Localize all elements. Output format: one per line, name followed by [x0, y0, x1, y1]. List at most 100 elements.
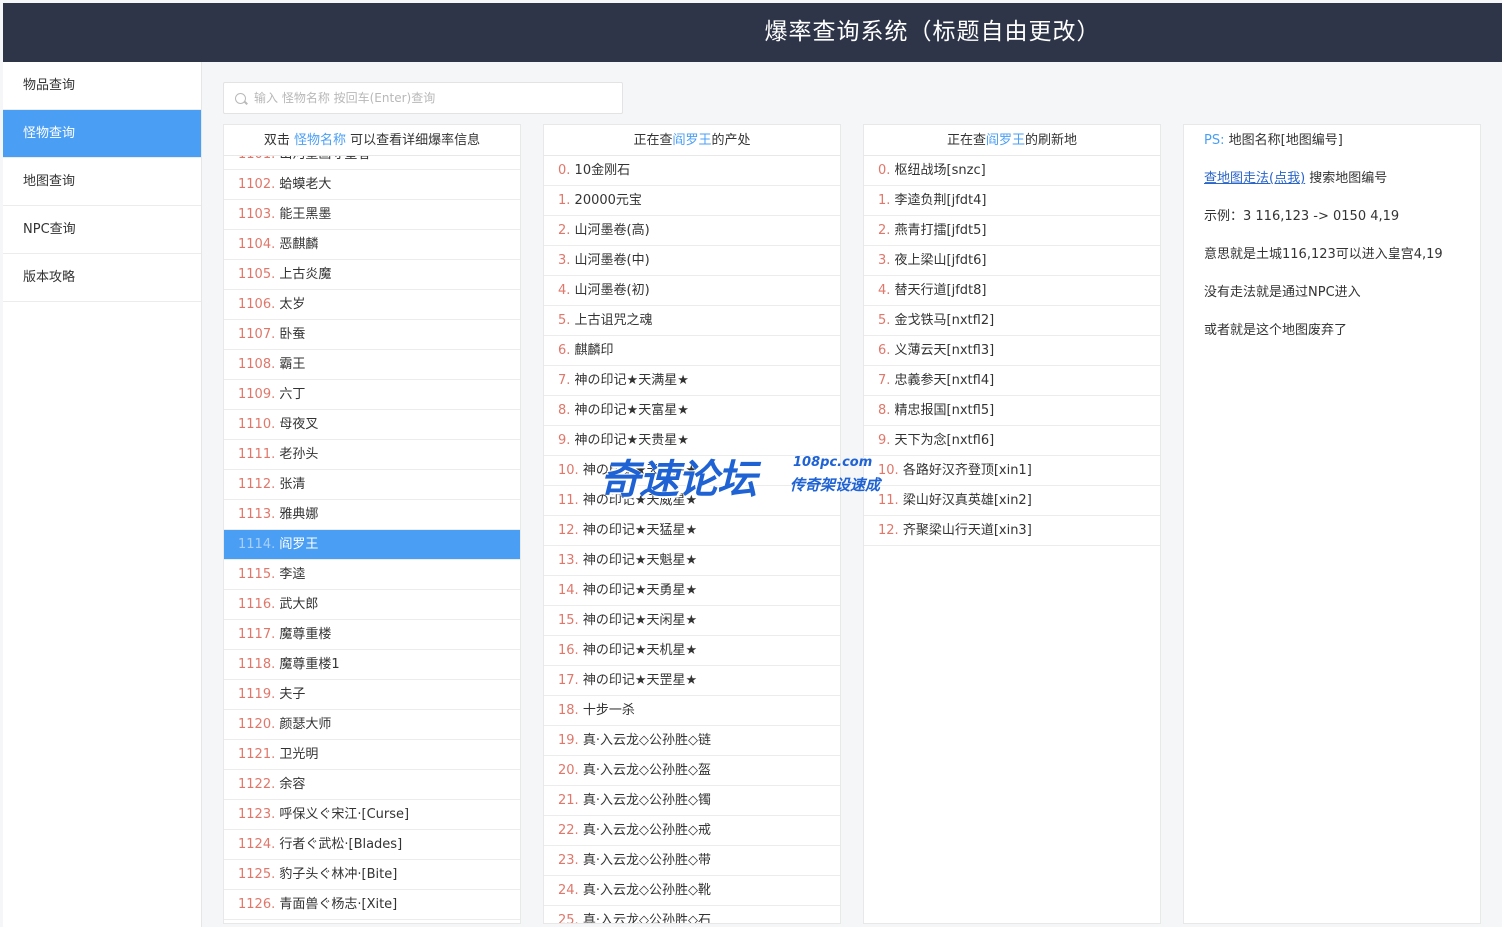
item-index: 1102	[238, 177, 272, 192]
sidebar-item[interactable]: 怪物查询	[3, 110, 201, 158]
list-item[interactable]: 1110. 母夜叉	[224, 410, 520, 440]
list-item[interactable]: 1115. 李逵	[224, 560, 520, 590]
item-name: 天下为念[nxtfl6]	[894, 433, 995, 448]
list-item[interactable]: 1. 20000元宝	[544, 186, 840, 216]
list-item[interactable]: 1104. 恶麒麟	[224, 230, 520, 260]
list-item[interactable]: 11. 神の印记★天威星★	[544, 486, 840, 516]
list-item[interactable]: 1102. 蛤蟆老大	[224, 170, 520, 200]
index-separator: .	[574, 613, 583, 628]
list-item[interactable]: 17. 神の印记★天罡星★	[544, 666, 840, 696]
example-text: 示例：3 116,123 -> 0150 4,19	[1204, 209, 1400, 224]
list-item[interactable]: 4. 山河墨卷(初)	[544, 276, 840, 306]
drops-panel: 正在查阎罗王的产处 0. 10金刚石 1. 20000元宝 2. 山河墨卷(高) 3.…	[543, 124, 841, 924]
list-item[interactable]: 1120. 颜瑟大师	[224, 710, 520, 740]
list-item[interactable]: 1111. 老孙头	[224, 440, 520, 470]
list-item[interactable]: 1108. 霸王	[224, 350, 520, 380]
list-item[interactable]: 1103. 能王黑墨	[224, 200, 520, 230]
item-index: 1110	[238, 417, 272, 432]
sidebar-item[interactable]: NPC查询	[3, 206, 201, 254]
list-item[interactable]: 4. 替天行道[jfdt8]	[864, 276, 1160, 306]
map-route-link[interactable]: 查地图走法(点我)	[1204, 171, 1305, 186]
list-item[interactable]: 7. 神の印记★天满星★	[544, 366, 840, 396]
list-item[interactable]: 1121. 卫光明	[224, 740, 520, 770]
list-item[interactable]: 1101. 山河墨画守望者	[224, 156, 520, 170]
sidebar-item[interactable]: 物品查询	[3, 62, 201, 110]
list-item[interactable]: 1106. 太岁	[224, 290, 520, 320]
list-item[interactable]: 18. 十步一杀	[544, 696, 840, 726]
list-item[interactable]: 1126. 青面兽ぐ杨志·[Xite]	[224, 890, 520, 920]
list-item[interactable]: 5. 上古诅咒之魂	[544, 306, 840, 336]
list-item[interactable]: 0. 10金刚石	[544, 156, 840, 186]
list-item[interactable]: 1113. 雅典娜	[224, 500, 520, 530]
list-item[interactable]: 21. 真·入云龙◇公孙胜◇镯	[544, 786, 840, 816]
list-item[interactable]: 9. 神の印记★天贵星★	[544, 426, 840, 456]
list-item[interactable]: 5. 金戈铁马[nxtfl2]	[864, 306, 1160, 336]
list-item[interactable]: 12. 齐聚梁山行天道[xin3]	[864, 516, 1160, 546]
list-item[interactable]: 24. 真·入云龙◇公孙胜◇靴	[544, 876, 840, 906]
list-item[interactable]: 19. 真·入云龙◇公孙胜◇链	[544, 726, 840, 756]
maps-list[interactable]: 0. 枢纽战场[snzc] 1. 李逵负荆[jfdt4] 2. 燕青打擂[jfdt5…	[864, 156, 1160, 923]
list-item[interactable]: 3. 山河墨卷(中)	[544, 246, 840, 276]
list-item[interactable]: 2. 燕青打擂[jfdt5]	[864, 216, 1160, 246]
list-item[interactable]: 1118. 魔尊重楼1	[224, 650, 520, 680]
search-box[interactable]	[223, 82, 623, 114]
list-item[interactable]: 12. 神の印记★天猛星★	[544, 516, 840, 546]
list-item[interactable]: 1105. 上古炎魔	[224, 260, 520, 290]
list-item[interactable]: 25. 真·入云龙◇公孙胜◇石	[544, 906, 840, 923]
list-item[interactable]: 11. 梁山好汉真英雄[xin2]	[864, 486, 1160, 516]
list-item[interactable]: 22. 真·入云龙◇公孙胜◇戒	[544, 816, 840, 846]
item-name: 神の印记★天罡星★	[582, 673, 698, 688]
list-item[interactable]: 10. 各路好汉齐登顶[xin1]	[864, 456, 1160, 486]
list-item[interactable]: 16. 神の印记★天机星★	[544, 636, 840, 666]
item-index: 10	[558, 463, 575, 478]
item-name: 忠義参天[nxtfl4]	[894, 373, 995, 388]
list-item[interactable]: 1116. 武大郎	[224, 590, 520, 620]
list-item[interactable]: 7. 忠義参天[nxtfl4]	[864, 366, 1160, 396]
list-item[interactable]: 20. 真·入云龙◇公孙胜◇盔	[544, 756, 840, 786]
item-name: 夜上梁山[jfdt6]	[894, 253, 987, 268]
list-item[interactable]: 2. 山河墨卷(高)	[544, 216, 840, 246]
help-panel: PS: 地图名称[地图编号] 查地图走法(点我) 搜索地图编号 示例：3 116…	[1183, 124, 1481, 924]
list-item[interactable]: 1114. 阎罗王	[224, 530, 520, 560]
list-item[interactable]: 3. 夜上梁山[jfdt6]	[864, 246, 1160, 276]
list-item[interactable]: 14. 神の印记★天勇星★	[544, 576, 840, 606]
list-item[interactable]: 13. 神の印记★天魁星★	[544, 546, 840, 576]
list-item[interactable]: 1124. 行者ぐ武松·[Blades]	[224, 830, 520, 860]
sidebar-item[interactable]: 地图查询	[3, 158, 201, 206]
index-separator: .	[886, 313, 895, 328]
sidebar-item[interactable]: 版本攻略	[3, 254, 201, 302]
item-name: 能王黑墨	[279, 207, 332, 222]
item-index: 1105	[238, 267, 272, 282]
item-name: 霸王	[279, 357, 306, 372]
list-item[interactable]: 15. 神の印记★天闲星★	[544, 606, 840, 636]
list-item[interactable]: 1123. 呼保义ぐ宋江·[Curse]	[224, 800, 520, 830]
index-separator: .	[886, 193, 895, 208]
list-item[interactable]: 0. 枢纽战场[snzc]	[864, 156, 1160, 186]
search-input[interactable]	[254, 83, 614, 113]
list-item[interactable]: 23. 真·入云龙◇公孙胜◇带	[544, 846, 840, 876]
index-separator: .	[886, 253, 895, 268]
index-separator: .	[574, 643, 583, 658]
list-item[interactable]: 8. 精忠报国[nxtfl5]	[864, 396, 1160, 426]
list-item[interactable]: 6. 义薄云天[nxtfl3]	[864, 336, 1160, 366]
list-item[interactable]: 1109. 六丁	[224, 380, 520, 410]
item-name: 卧蚕	[279, 327, 306, 342]
list-item[interactable]: 9. 天下为念[nxtfl6]	[864, 426, 1160, 456]
list-item[interactable]: 1122. 余容	[224, 770, 520, 800]
list-item[interactable]: 1119. 夫子	[224, 680, 520, 710]
list-item[interactable]: 1107. 卧蚕	[224, 320, 520, 350]
list-item[interactable]: 10. 神の印记★天雄星★	[544, 456, 840, 486]
list-item[interactable]: 1. 李逵负荆[jfdt4]	[864, 186, 1160, 216]
monster-list-body[interactable]: 1101. 山河墨画守望者1102. 蛤蟆老大1103. 能王黑墨1104. 恶…	[224, 156, 520, 923]
list-item[interactable]: 1117. 魔尊重楼	[224, 620, 520, 650]
item-name: 麒麟印	[574, 343, 614, 358]
list-item[interactable]: 6. 麒麟印	[544, 336, 840, 366]
list-item[interactable]: 8. 神の印记★天富星★	[544, 396, 840, 426]
index-separator: .	[566, 403, 575, 418]
list-item[interactable]: 1125. 豹子头ぐ林冲·[Bite]	[224, 860, 520, 890]
item-name: 余容	[279, 777, 306, 792]
index-separator: .	[574, 853, 583, 868]
item-index: 16	[558, 643, 575, 658]
drops-list[interactable]: 0. 10金刚石 1. 20000元宝 2. 山河墨卷(高) 3. 山河墨卷(中) 4.…	[544, 156, 840, 923]
list-item[interactable]: 1112. 张清	[224, 470, 520, 500]
